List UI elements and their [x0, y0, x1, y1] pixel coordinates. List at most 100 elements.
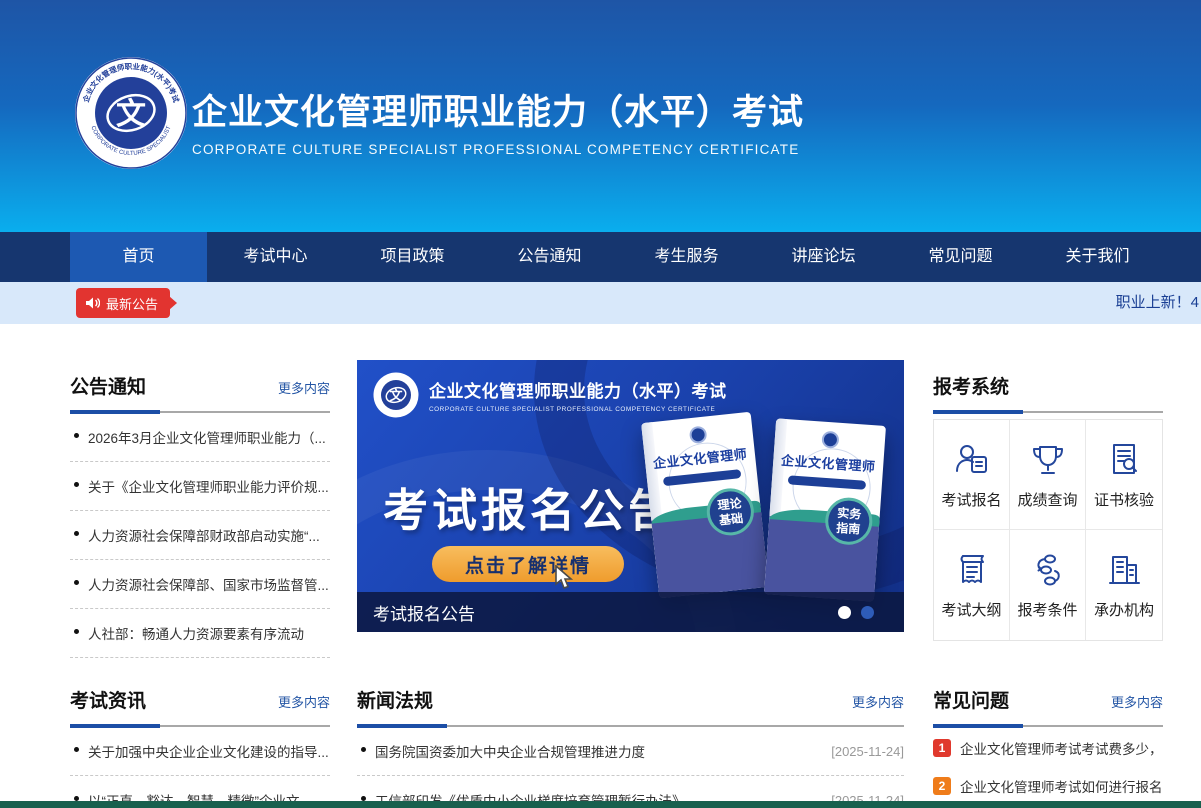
law-item-text: 国务院国资委加大中央企业合规管理推进力度 — [375, 741, 819, 761]
apply-cell-label: 考试大纲 — [941, 599, 1001, 620]
apply-cell-cert-verify[interactable]: 证书核验 — [1086, 420, 1162, 530]
notice-list-item[interactable]: 关于《企业文化管理师职业能力评价规... — [70, 462, 330, 511]
faq-panel: 常见问题 更多内容 1 企业文化管理师考试考试费多少，... 2 企业文化管理师… — [933, 676, 1163, 808]
faq-more-link[interactable]: 更多内容 — [1111, 692, 1163, 711]
apply-cell-exam-outline[interactable]: 考试大纲 — [934, 530, 1010, 640]
nav-item-lecture-forum[interactable]: 讲座论坛 — [755, 232, 892, 282]
doc-search-icon — [1104, 440, 1144, 480]
faq-rank-badge: 1 — [933, 739, 951, 757]
user-card-icon — [952, 440, 992, 480]
bullet-icon — [74, 629, 79, 634]
nav-item-about[interactable]: 关于我们 — [1029, 232, 1166, 282]
carousel-dot[interactable] — [861, 606, 874, 619]
law-list-item[interactable]: 国务院国资委加大中央企业合规管理推进力度 [2025-11-24] — [357, 727, 904, 776]
flow-icon — [1028, 550, 1068, 590]
nav-item-candidate-service[interactable]: 考生服务 — [618, 232, 755, 282]
apply-cell-registration[interactable]: 考试报名 — [934, 420, 1010, 530]
apply-system-panel: 报考系统 考试报名 成绩查询 — [933, 362, 1163, 641]
faq-rank-badge: 2 — [933, 777, 951, 795]
announcement-ticker[interactable]: 职业上新！4 — [1116, 282, 1199, 324]
banner-logo-icon: 文 — [373, 372, 419, 418]
notice-item-text: 人力资源社会保障部、国家市场监督管... — [88, 578, 329, 593]
svg-text:文: 文 — [389, 388, 403, 403]
faq-item-text: 企业文化管理师考试如何进行报名... — [960, 776, 1163, 796]
faq-item-text: 企业文化管理师考试考试费多少，... — [960, 738, 1163, 758]
apply-cell-label: 考试报名 — [941, 489, 1001, 510]
page: 文 企业文化管理师职业能力(水平)考试 CORPORATE CULTURE SP… — [0, 0, 1201, 808]
banner-brand: 文 企业文化管理师职业能力（水平）考试 CORPORATE CULTURE SP… — [373, 372, 727, 418]
latest-announcement-badge[interactable]: 最新公告 — [76, 288, 170, 318]
book-logo-icon — [821, 431, 839, 449]
apply-panel-title: 报考系统 — [933, 372, 1009, 399]
apply-cell-score-query[interactable]: 成绩查询 — [1010, 420, 1086, 530]
notice-list-item[interactable]: 人力资源社会保障部财政部启动实施“... — [70, 511, 330, 560]
site-subtitle: CORPORATE CULTURE SPECIALIST PROFESSIONA… — [192, 142, 804, 157]
apply-grid: 考试报名 成绩查询 证书核验 — [933, 419, 1163, 641]
apply-cell-label: 证书核验 — [1094, 489, 1154, 510]
notice-item-text: 人社部：畅通人力资源要素有序流动 — [88, 627, 304, 642]
notice-more-link[interactable]: 更多内容 — [278, 378, 330, 397]
bullet-icon — [74, 580, 79, 585]
nav-item-exam-center[interactable]: 考试中心 — [207, 232, 344, 282]
exam-info-panel: 考试资讯 更多内容 关于加强中央企业企业文化建设的指导... 以“正直、豁达、智… — [70, 676, 330, 808]
trophy-icon — [1028, 440, 1068, 480]
law-item-date: [2025-11-24] — [831, 744, 904, 759]
book-bottom: 理论基础 — [651, 509, 769, 598]
bullet-icon — [74, 433, 79, 438]
apply-cell-label: 承办机构 — [1094, 599, 1154, 620]
latest-announcement-label: 最新公告 — [106, 294, 158, 313]
hero-carousel[interactable]: 文 企业文化管理师职业能力（水平）考试 CORPORATE CULTURE SP… — [357, 360, 904, 632]
carousel-dot-active[interactable] — [838, 606, 851, 619]
faq-list-item[interactable]: 1 企业文化管理师考试考试费多少，... — [933, 729, 1163, 767]
faq-panel-title: 常见问题 — [933, 686, 1009, 713]
notice-item-text: 人力资源社会保障部财政部启动实施“... — [88, 529, 320, 544]
notice-item-text: 关于《企业文化管理师职业能力评价规... — [88, 480, 329, 495]
svg-text:文: 文 — [116, 97, 146, 131]
notice-list-item[interactable]: 2026年3月企业文化管理师职业能力（... — [70, 413, 330, 462]
notice-list-item[interactable]: 人社部：畅通人力资源要素有序流动 — [70, 609, 330, 658]
announcement-bar: 最新公告 职业上新！4 — [0, 282, 1201, 324]
nav-item-notice[interactable]: 公告通知 — [481, 232, 618, 282]
main-nav: 首页 考试中心 项目政策 公告通知 考生服务 讲座论坛 常见问题 关于我们 — [0, 232, 1201, 282]
cursor-icon — [553, 565, 575, 591]
apply-cell-apply-conditions[interactable]: 报考条件 — [1010, 530, 1086, 640]
site-title: 企业文化管理师职业能力（水平）考试 — [192, 84, 804, 135]
bullet-icon — [74, 531, 79, 536]
notice-item-text: 2026年3月企业文化管理师职业能力（... — [88, 431, 326, 446]
building-icon — [1104, 550, 1144, 590]
notice-list-item[interactable]: 人力资源社会保障部、国家市场监督管... — [70, 560, 330, 609]
book-title: 企业文化管理师 — [773, 449, 884, 476]
section-divider — [933, 411, 1163, 413]
nav-item-home[interactable]: 首页 — [70, 232, 207, 282]
news-law-panel: 新闻法规 更多内容 国务院国资委加大中央企业合规管理推进力度 [2025-11-… — [357, 676, 904, 808]
site-logo-icon: 文 企业文化管理师职业能力(水平)考试 CORPORATE CULTURE SP… — [74, 56, 188, 170]
scroll-icon — [952, 550, 992, 590]
apply-cell-label: 成绩查询 — [1017, 489, 1077, 510]
book-logo-icon — [688, 426, 707, 445]
footer-edge — [0, 801, 1201, 808]
book-bottom: 实务指南 — [764, 516, 879, 601]
apply-cell-organizer[interactable]: 承办机构 — [1086, 530, 1162, 640]
section-divider — [933, 725, 1163, 727]
info-list-item[interactable]: 关于加强中央企业企业文化建设的指导... — [70, 727, 330, 776]
bullet-icon — [361, 747, 366, 752]
apply-cell-label: 报考条件 — [1017, 599, 1077, 620]
info-more-link[interactable]: 更多内容 — [278, 692, 330, 711]
nav-item-policy[interactable]: 项目政策 — [344, 232, 481, 282]
law-more-link[interactable]: 更多内容 — [852, 692, 904, 711]
faq-list-item[interactable]: 2 企业文化管理师考试如何进行报名... — [933, 767, 1163, 805]
banner-headline: 考试报名公告 — [383, 474, 677, 539]
site-header: 文 企业文化管理师职业能力(水平)考试 CORPORATE CULTURE SP… — [0, 0, 1201, 232]
banner-title: 企业文化管理师职业能力（水平）考试 — [429, 377, 727, 402]
info-item-text: 关于加强中央企业企业文化建设的指导... — [88, 745, 329, 760]
banner-detail-button[interactable]: 点击了解详情 — [432, 546, 624, 582]
carousel-dots — [838, 606, 874, 619]
book-cover-theory: 企业文化管理师 理论基础 — [641, 412, 769, 599]
info-panel-title: 考试资讯 — [70, 686, 146, 713]
bullet-icon — [74, 747, 79, 752]
bullet-icon — [74, 482, 79, 487]
speaker-icon — [85, 296, 100, 310]
nav-item-faq[interactable]: 常见问题 — [892, 232, 1029, 282]
law-panel-title: 新闻法规 — [357, 686, 433, 713]
banner-subtitle: CORPORATE CULTURE SPECIALIST PROFESSIONA… — [429, 406, 727, 413]
